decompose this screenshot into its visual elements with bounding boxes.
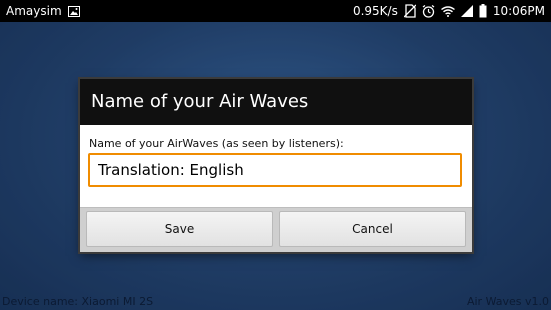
status-left: Amaysim [6,0,80,22]
status-right: 0.95K/s 10:06PM [353,0,545,22]
alarm-icon [422,4,435,18]
dialog-title: Name of your Air Waves [80,79,472,125]
network-speed: 0.95K/s [352,4,398,18]
phone-screen: Amaysim 0.95K/s 10:06PM Device name: Xia… [0,0,551,310]
name-field-label: Name of your AirWaves (as seen by listen… [89,137,344,150]
status-clock: 10:06PM [492,4,545,18]
device-name-label: Device name: Xiaomi MI 2S [2,295,154,308]
wifi-icon [440,5,455,17]
signal-icon [460,5,473,17]
carrier-name: Amaysim [6,4,62,18]
save-button[interactable]: Save [86,211,273,247]
airwaves-name-input[interactable] [88,153,462,187]
status-bar: Amaysim 0.95K/s 10:06PM [0,0,551,22]
name-dialog: Name of your Air Waves Name of your AirW… [80,79,472,252]
cancel-button[interactable]: Cancel [279,211,466,247]
dialog-button-bar: Save Cancel [80,207,472,252]
gallery-icon [67,5,80,17]
battery-icon [479,4,487,18]
no-sim-icon [403,4,416,18]
dialog-body: Name of your AirWaves (as seen by listen… [80,125,472,207]
app-version-label: Air Waves v1.0 [466,295,549,308]
